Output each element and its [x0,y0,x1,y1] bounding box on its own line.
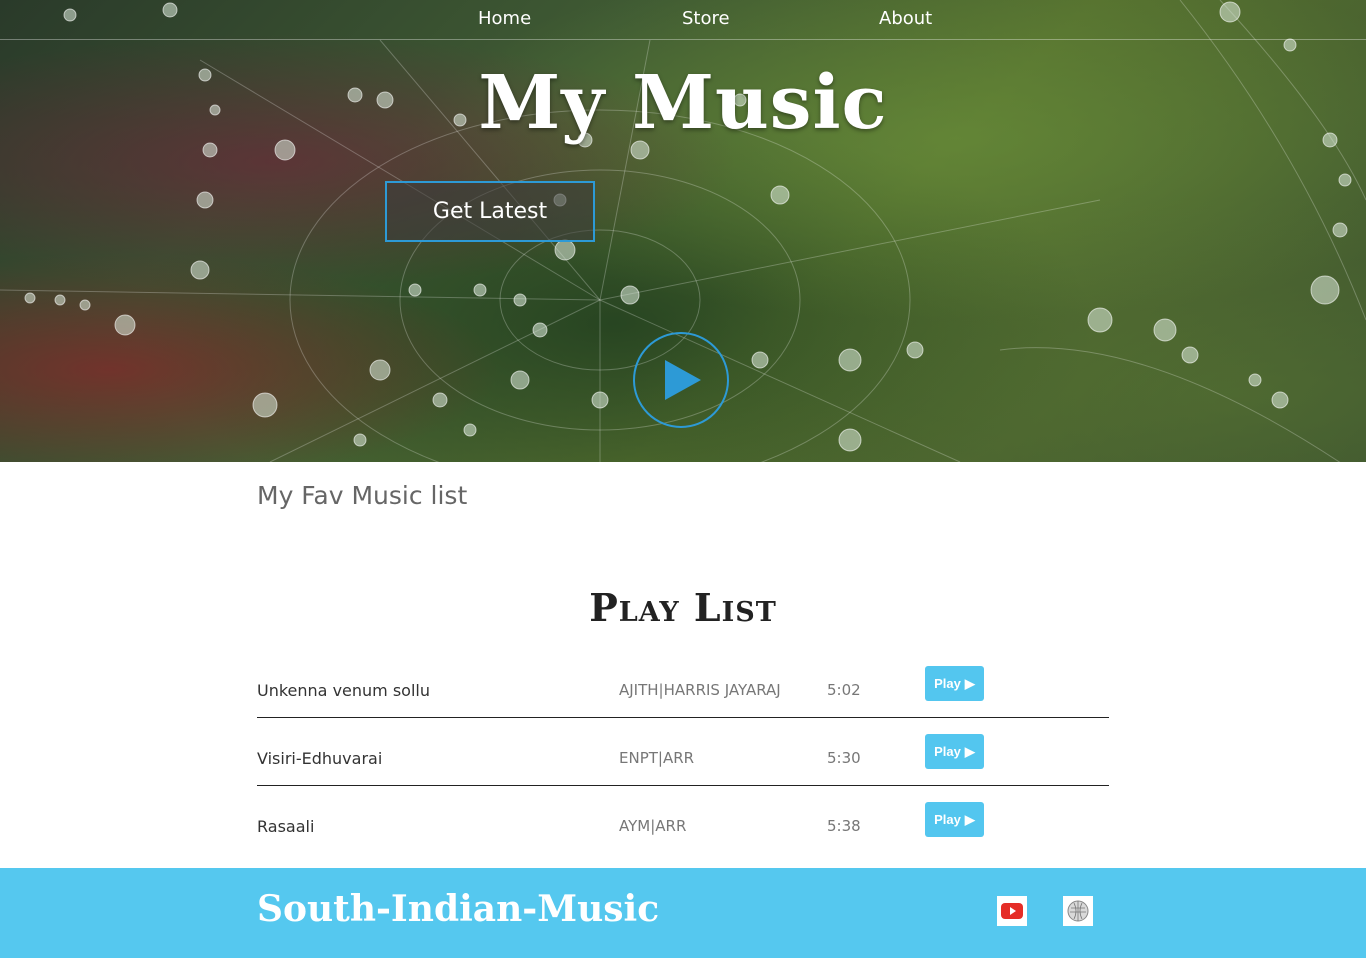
nav-home[interactable]: Home [478,8,531,29]
track-duration: 5:02 [827,681,861,699]
nav-about[interactable]: About [879,8,932,29]
play-icon [665,360,701,400]
wikipedia-icon[interactable] [1063,896,1093,926]
play-button[interactable]: Play ▶ [925,802,984,837]
track-duration: 5:30 [827,749,861,767]
hero-play-button[interactable] [633,332,729,428]
fav-list-heading: My Fav Music list [257,481,468,510]
footer-brand: South-Indian-Music [257,888,660,930]
page-title: My Music [478,60,888,146]
track-artist: AYM|ARR [619,817,687,835]
track-name: Rasaali [257,817,315,836]
get-latest-button[interactable]: Get Latest [385,181,595,242]
row-divider [257,785,1109,786]
track-duration: 5:38 [827,817,861,835]
hero-banner: Home Store About My Music Get Latest [0,0,1366,462]
play-button[interactable]: Play ▶ [925,666,984,701]
track-name: Visiri-Edhuvarai [257,749,383,768]
track-name: Unkenna venum sollu [257,681,430,700]
track-artist: AJITH|HARRIS JAYARAJ [619,681,781,699]
play-arrow-icon: ▶ [964,675,975,691]
nav-store[interactable]: Store [682,8,730,29]
track-artist: ENPT|ARR [619,749,695,767]
table-row: Unkenna venum sollu AJITH|HARRIS JAYARAJ… [257,666,1109,734]
play-button-label: Play [934,744,961,759]
footer: South-Indian-Music [0,868,1366,958]
row-divider [257,717,1109,718]
top-nav: Home Store About [0,0,1366,40]
play-button-label: Play [934,812,961,827]
play-arrow-icon: ▶ [964,811,975,827]
play-button[interactable]: Play ▶ [925,734,984,769]
table-row: Rasaali AYM|ARR 5:38 Play ▶ [257,802,1109,870]
table-row: Visiri-Edhuvarai ENPT|ARR 5:30 Play ▶ [257,734,1109,802]
play-button-label: Play [934,676,961,691]
play-arrow-icon: ▶ [964,743,975,759]
playlist-heading: Play List [589,585,777,630]
youtube-icon[interactable] [997,896,1027,926]
